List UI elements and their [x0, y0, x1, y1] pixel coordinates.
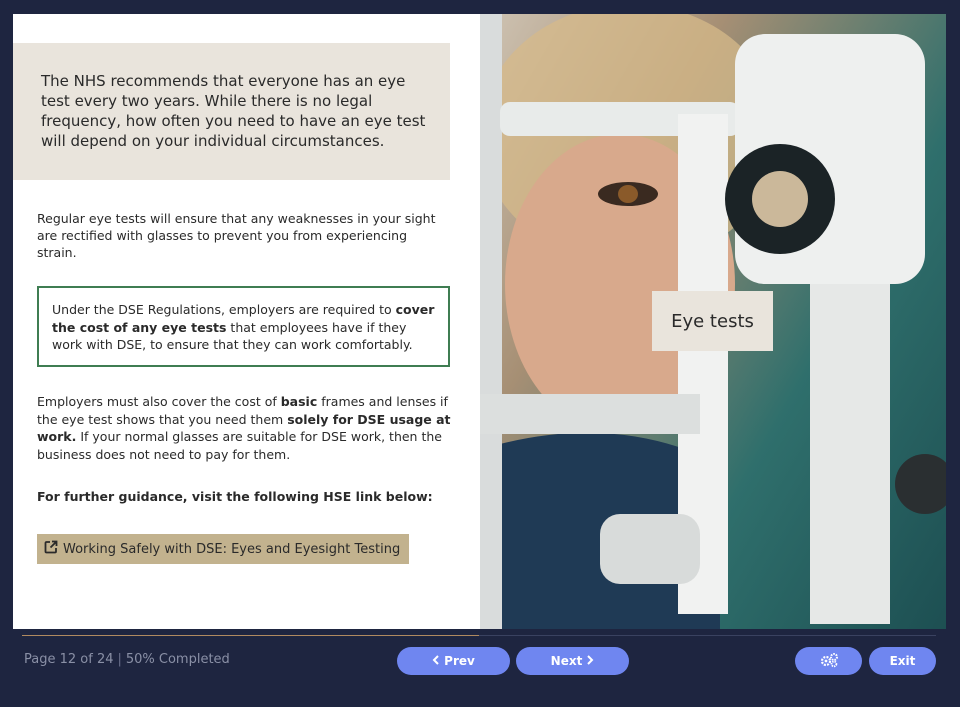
next-label: Next — [550, 654, 583, 668]
page-counter: Page 12 of 24 — [24, 652, 114, 667]
exit-label: Exit — [889, 654, 916, 668]
external-link-icon — [44, 540, 58, 558]
para2-text-3: If your normal glasses are suitable for … — [37, 429, 442, 462]
slide-content: The NHS recommends that everyone has an … — [13, 14, 946, 629]
text-column: The NHS recommends that everyone has an … — [13, 14, 480, 629]
prev-button[interactable]: Prev — [397, 647, 510, 675]
intro-text: The NHS recommends that everyone has an … — [41, 72, 426, 150]
dse-text-1: Under the DSE Regulations, employers are… — [52, 302, 396, 317]
dse-regulations-box: Under the DSE Regulations, employers are… — [37, 286, 450, 367]
intro-callout: The NHS recommends that everyone has an … — [13, 43, 450, 180]
progress-fill — [22, 635, 479, 636]
regular-tests-paragraph: Regular eye tests will ensure that any w… — [37, 211, 436, 260]
completion-text: 50% Completed — [125, 652, 230, 667]
progress-bar — [22, 635, 936, 636]
exit-button[interactable]: Exit — [869, 647, 936, 675]
photo-caption: Eye tests — [652, 291, 773, 351]
prev-label: Prev — [444, 654, 475, 668]
page-status: Page 12 of 24 | 50% Completed — [24, 652, 230, 667]
para2-bold-1: basic — [280, 394, 318, 409]
hse-link-button[interactable]: Working Safely with DSE: Eyes and Eyesig… — [37, 534, 410, 564]
gears-icon — [819, 652, 839, 671]
status-separator: | — [117, 652, 122, 667]
hse-link-label: Working Safely with DSE: Eyes and Eyesig… — [63, 541, 401, 557]
chevron-left-icon — [432, 654, 440, 668]
settings-button[interactable] — [795, 647, 862, 675]
eye-test-photo: Eye tests — [480, 14, 946, 629]
next-button[interactable]: Next — [516, 647, 629, 675]
para2-text-1: Employers must also cover the cost of — [37, 394, 281, 409]
employers-cover-paragraph: Employers must also cover the cost of ba… — [37, 393, 451, 463]
guidance-heading: For further guidance, visit the followin… — [37, 489, 433, 504]
chevron-right-icon — [586, 654, 594, 668]
